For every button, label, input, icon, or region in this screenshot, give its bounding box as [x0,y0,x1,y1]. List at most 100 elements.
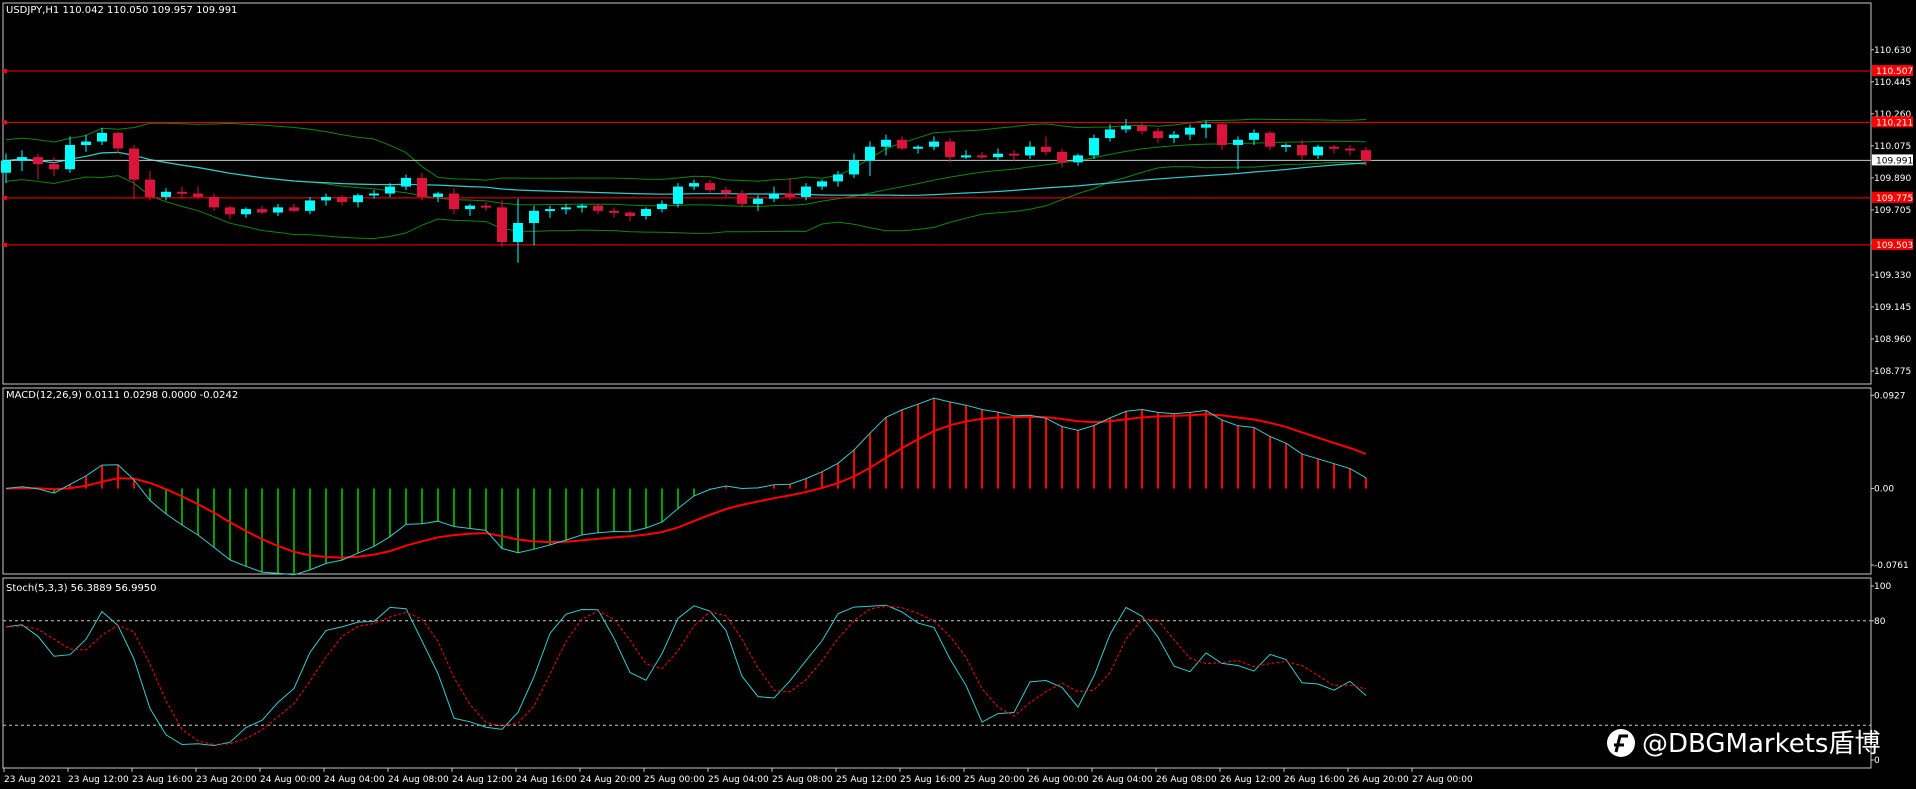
candle-bull[interactable] [97,132,107,142]
candle-bull[interactable] [657,203,667,210]
trading-chart[interactable]: USDJPY,H1 110.042 110.050 109.957 109.99… [0,0,1916,789]
price-level-handle[interactable] [3,69,7,74]
bollinger-upper-band [5,118,1367,182]
macd-tick-label: 0.00 [1874,485,1894,495]
candle-bear[interactable] [449,193,459,210]
candle-bear[interactable] [897,139,907,149]
candle-bull[interactable] [1201,124,1211,128]
candle-bear[interactable] [1345,148,1355,151]
stoch-signal-line [5,605,1367,746]
candle-bull[interactable] [769,193,779,199]
candle-bull[interactable] [961,155,971,158]
candle-bull[interactable] [849,160,859,175]
candle-bear[interactable] [1361,150,1371,161]
candle-bear[interactable] [1297,145,1307,156]
candle-bear[interactable] [177,191,187,194]
candle-bear[interactable] [337,196,347,203]
candle-bull[interactable] [1089,138,1099,156]
candle-bull[interactable] [465,205,475,210]
candle-bull[interactable] [833,174,843,182]
candle-bear[interactable] [1137,125,1147,132]
candle-bull[interactable] [369,193,379,196]
candle-bear[interactable] [1265,132,1275,147]
candle-bull[interactable] [273,207,283,213]
candle-bear[interactable] [1217,124,1227,146]
price-tick-label: 109.145 [1874,303,1911,313]
candle-bull[interactable] [321,196,331,201]
candle-bear[interactable] [289,207,299,211]
candle-bull[interactable] [401,177,411,187]
candle-bull[interactable] [673,186,683,204]
candle-bull[interactable] [913,146,923,149]
price-level-handle[interactable] [3,242,7,247]
candle-bear[interactable] [417,177,427,197]
candle-bear[interactable] [257,209,267,213]
candle-bull[interactable] [81,141,91,146]
candle-bull[interactable] [1073,155,1083,163]
candle-bull[interactable] [433,193,443,197]
candle-bull[interactable] [529,210,539,223]
candle-bear[interactable] [113,132,123,149]
candle-bull[interactable] [753,198,763,204]
candle-bull[interactable] [161,191,171,197]
candle-bull[interactable] [545,209,555,212]
candle-bull[interactable] [65,145,75,170]
candle-bull[interactable] [1249,132,1259,140]
candle-bull[interactable] [641,209,651,217]
candle-bear[interactable] [49,164,59,170]
candle-bull[interactable] [689,183,699,187]
candle-bear[interactable] [737,193,747,204]
candle-bull[interactable] [385,186,395,194]
candle-bull[interactable] [1281,145,1291,148]
candle-bear[interactable] [193,193,203,197]
candle-bull[interactable] [1185,127,1195,135]
candle-bull[interactable] [305,200,315,211]
candle-bull[interactable] [1,160,11,173]
candle-bull[interactable] [1233,139,1243,146]
candle-bear[interactable] [129,148,139,180]
candle-bear[interactable] [1153,131,1163,139]
candle-bull[interactable] [1169,134,1179,139]
candle-bull[interactable] [1121,125,1131,130]
candle-bear[interactable] [1329,146,1339,149]
candle-bear[interactable] [225,207,235,215]
candle-bear[interactable] [209,196,219,208]
candle-bull[interactable] [1025,146,1035,156]
candle-bull[interactable] [17,157,27,161]
candle-bear[interactable] [977,155,987,158]
candle-bull[interactable] [801,186,811,197]
x-tick-label: 25 Aug 00:00 [644,775,705,785]
candle-bull[interactable] [993,153,1003,158]
candle-bull[interactable] [577,205,587,208]
dbg-logo-icon [1607,729,1635,757]
candle-bear[interactable] [481,205,491,208]
price-tick-label: 110.445 [1874,78,1911,88]
price-level-handle[interactable] [3,195,7,200]
candle-bear[interactable] [945,141,955,158]
candle-bull[interactable] [353,195,363,203]
candle-bull[interactable] [1313,146,1323,156]
candle-bear[interactable] [497,207,507,242]
candle-bear[interactable] [593,205,603,211]
moving-average-line [5,151,1367,197]
candle-bull[interactable] [241,209,251,215]
candle-bear[interactable] [705,183,715,191]
candle-bull[interactable] [513,222,523,242]
candle-bear[interactable] [625,212,635,217]
candle-bear[interactable] [785,193,795,197]
candle-bull[interactable] [865,146,875,161]
candle-bear[interactable] [145,179,155,197]
candle-bull[interactable] [817,181,827,187]
macd-line [5,397,1367,576]
candle-bull[interactable] [881,139,891,147]
price-level-handle[interactable] [3,120,7,125]
candle-bull[interactable] [561,207,571,210]
candle-bear[interactable] [1041,146,1051,152]
candle-bull[interactable] [929,141,939,147]
candle-bear[interactable] [721,190,731,194]
candle-bull[interactable] [1105,129,1115,139]
candle-bear[interactable] [33,157,43,165]
candle-bear[interactable] [1009,153,1019,156]
candle-bear[interactable] [1057,151,1067,163]
candle-bear[interactable] [609,210,619,213]
